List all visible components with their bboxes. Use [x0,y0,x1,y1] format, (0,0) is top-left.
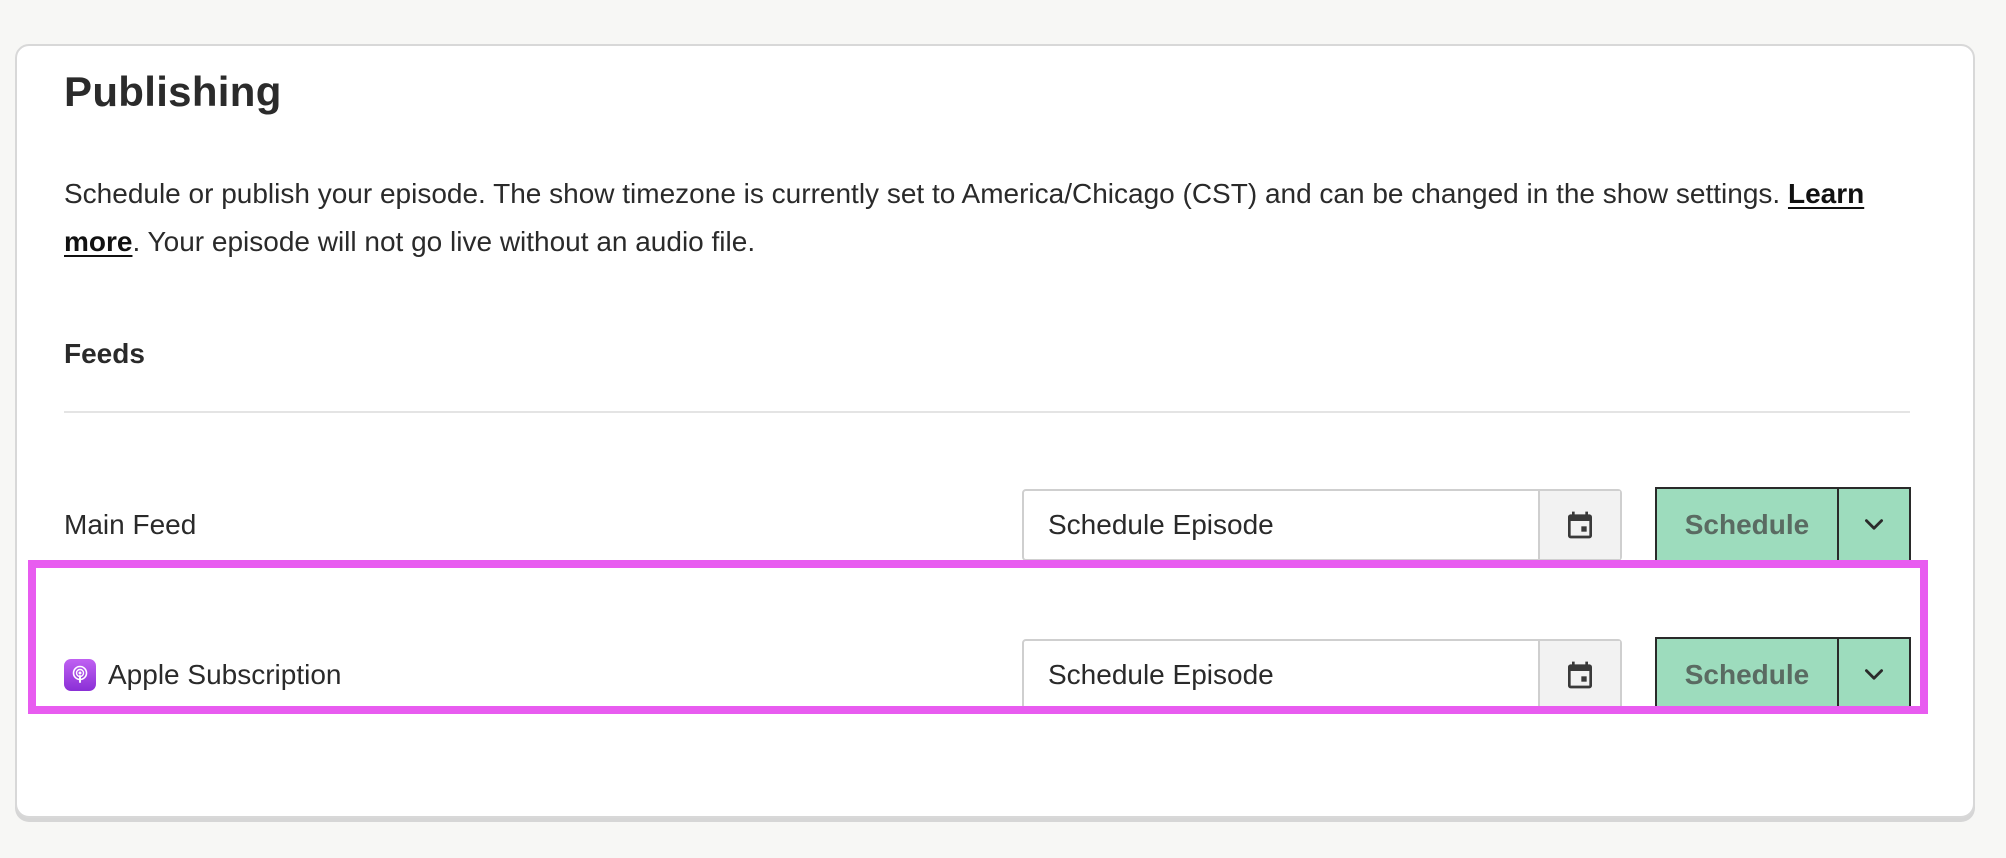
schedule-date-field [1022,639,1622,711]
chevron-down-icon [1865,519,1883,530]
calendar-icon [1568,511,1592,539]
feed-label-text: Main Feed [64,509,197,540]
feed-label-text: Apple Subscription [108,659,342,690]
section-title: Publishing [64,68,282,115]
description-text: Schedule or publish your episode. The sh… [64,178,1788,209]
schedule-options-toggle[interactable] [1837,639,1909,711]
calendar-button[interactable] [1538,641,1620,709]
feed-label: Main Feed [64,509,196,541]
apple-podcasts-icon [64,659,96,691]
chevron-down-icon [1865,669,1883,680]
calendar-button[interactable] [1538,491,1620,559]
feed-row-apple-subscription: Apple Subscription Schedule [30,600,1930,750]
feed-row-main: Main Feed Schedule [30,450,1930,600]
schedule-date-input[interactable] [1024,641,1538,709]
schedule-split-button: Schedule [1655,487,1911,563]
divider [64,411,1910,413]
feeds-heading: Feeds [64,338,145,369]
schedule-options-toggle[interactable] [1837,489,1909,561]
feed-label: Apple Subscription [64,659,341,691]
schedule-date-input[interactable] [1024,491,1538,559]
schedule-button[interactable]: Schedule [1657,639,1837,711]
calendar-icon [1568,661,1592,689]
section-description: Schedule or publish your episode. The sh… [64,170,1904,266]
schedule-split-button: Schedule [1655,637,1911,713]
schedule-date-field [1022,489,1622,561]
schedule-button[interactable]: Schedule [1657,489,1837,561]
description-text-end: . Your episode will not go live without … [132,226,756,257]
